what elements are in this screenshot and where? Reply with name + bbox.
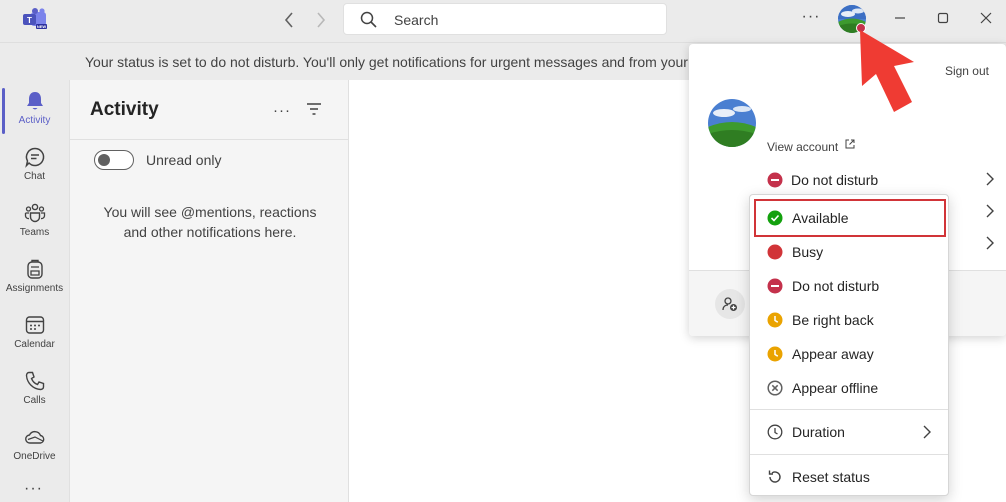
status-option-label: Appear offline [792, 380, 879, 396]
rail-item-activity[interactable]: Activity [0, 84, 69, 138]
status-option-be-right-back[interactable]: Be right back [756, 303, 944, 337]
reset-icon [768, 470, 781, 483]
rail-label: Teams [19, 227, 50, 238]
pane-title: Activity [90, 99, 159, 120]
sign-out-link[interactable]: Sign out [945, 64, 989, 78]
chevron-right-icon[interactable] [985, 172, 995, 186]
view-account-link[interactable]: View account [767, 140, 838, 154]
status-option-dnd[interactable]: Do not disturb [756, 269, 944, 303]
clock-icon [767, 312, 783, 328]
rail-label: Calls [23, 395, 46, 406]
add-account-icon [722, 297, 737, 311]
svg-text:T: T [27, 16, 32, 25]
rail-item-teams[interactable]: Teams [0, 196, 69, 250]
chevron-right-icon [923, 425, 931, 439]
busy-icon [767, 244, 783, 260]
status-option-available[interactable]: Available [754, 199, 946, 237]
chevron-right-icon [317, 12, 326, 28]
cloud-icon [24, 430, 44, 444]
add-account-button[interactable] [715, 289, 745, 319]
reset-status-label: Reset status [792, 469, 870, 485]
available-icon [767, 210, 783, 226]
offline-icon [767, 380, 783, 396]
minimize-icon [895, 17, 905, 19]
close-icon [980, 12, 992, 24]
status-option-busy[interactable]: Busy [756, 235, 944, 269]
maximize-button[interactable] [935, 10, 951, 26]
reset-status-button[interactable]: Reset status [756, 460, 944, 494]
calendar-icon [25, 316, 44, 334]
backpack-icon [26, 259, 43, 279]
status-option-label: Do not disturb [792, 278, 880, 294]
toggle-knob [98, 154, 110, 166]
rail-label: Chat [23, 171, 46, 182]
chevron-right-icon[interactable] [985, 236, 995, 250]
status-menu: Available Busy Do not disturb Be right b… [749, 194, 949, 496]
status-option-label: Busy [792, 244, 824, 260]
maximize-icon [937, 12, 949, 24]
rail-label: OneDrive [13, 451, 56, 462]
search-icon [360, 11, 377, 28]
status-option-label: Be right back [792, 312, 874, 328]
current-status-button[interactable]: Do not disturb [767, 171, 997, 191]
toggle-label: Unread only [146, 152, 222, 168]
empty-state-message: You will see @mentions, reactions and ot… [103, 204, 317, 240]
rail-more-apps-button[interactable]: ··· [24, 480, 43, 498]
rail-item-calendar[interactable]: Calendar [0, 308, 69, 362]
dnd-icon [767, 278, 783, 294]
rail-item-onedrive[interactable]: OneDrive [0, 420, 69, 474]
forward-button[interactable] [311, 10, 331, 30]
bell-icon [26, 92, 43, 110]
rail-label: Activity [18, 115, 51, 126]
rail-label: Calendar [14, 339, 55, 350]
search-box[interactable]: Search [343, 3, 667, 35]
status-option-label: Appear away [792, 346, 874, 362]
unread-only-toggle[interactable] [94, 150, 134, 170]
teams-icon [24, 203, 45, 223]
chevron-left-icon [284, 12, 293, 28]
menu-divider [750, 409, 948, 410]
chevron-right-icon[interactable] [985, 204, 995, 218]
avatar-image-icon [708, 99, 756, 147]
annotation-arrow-icon [860, 30, 914, 112]
rail-item-chat[interactable]: Chat [0, 140, 69, 194]
search-placeholder: Search [394, 12, 439, 28]
activity-pane: Activity ··· Unread only You will see @m… [69, 80, 349, 502]
dnd-icon [767, 172, 783, 188]
rail-item-calls[interactable]: Calls [0, 364, 69, 418]
current-status-label: Do not disturb [791, 172, 879, 188]
divider [70, 139, 348, 140]
menu-divider [750, 454, 948, 455]
chat-icon [24, 147, 44, 168]
back-button[interactable] [279, 10, 299, 30]
duration-button[interactable]: Duration [756, 415, 944, 449]
external-link-icon [845, 139, 855, 149]
clock-outline-icon [767, 424, 783, 440]
phone-icon [25, 371, 44, 391]
settings-more-button[interactable]: ··· [799, 8, 823, 30]
svg-text:NEW: NEW [37, 24, 47, 29]
duration-label: Duration [792, 424, 845, 440]
activity-more-button[interactable]: ··· [273, 102, 291, 119]
app-rail: Activity Chat Teams Assignments Calendar… [0, 80, 69, 502]
filter-icon[interactable] [306, 102, 322, 116]
clock-icon [767, 346, 783, 362]
rail-active-indicator [2, 88, 5, 134]
profile-avatar [708, 99, 756, 147]
status-option-appear-offline[interactable]: Appear offline [756, 371, 944, 405]
status-option-appear-away[interactable]: Appear away [756, 337, 944, 371]
rail-label: Assignments [5, 283, 64, 294]
banner-text: Your status is set to do not disturb. Yo… [85, 54, 688, 70]
teams-logo-icon[interactable]: T NEW [22, 8, 48, 30]
rail-item-assignments[interactable]: Assignments [0, 252, 69, 306]
status-option-label: Available [792, 210, 849, 226]
close-button[interactable] [978, 10, 994, 26]
